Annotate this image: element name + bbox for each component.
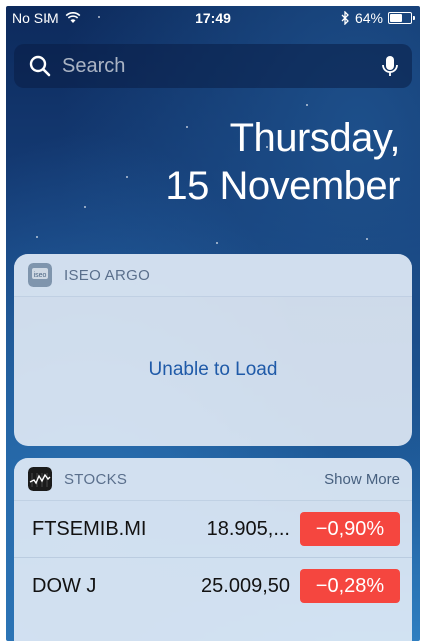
battery-icon — [388, 12, 415, 24]
stock-change-badge[interactable]: −0,28% — [300, 569, 400, 603]
iseo-argo-widget[interactable]: iseo ISEO ARGO Unable to Load — [14, 254, 412, 446]
day-month-label: 15 November — [165, 164, 400, 208]
widget-header[interactable]: STOCKS Show More — [14, 458, 412, 501]
today-view: No SIM 17:49 64% Search Thursday, 15 Nov… — [6, 6, 420, 641]
iseo-app-icon: iseo — [28, 263, 52, 287]
stocks-widget[interactable]: STOCKS Show More FTSEMIB.MI 18.905,... −… — [14, 458, 412, 641]
weekday-label: Thursday, — [229, 116, 401, 160]
stocks-app-icon — [28, 467, 52, 491]
widget-title: ISEO ARGO — [64, 266, 151, 284]
bluetooth-icon — [341, 11, 349, 25]
microphone-icon[interactable] — [378, 54, 402, 78]
search-placeholder: Search — [62, 54, 126, 77]
stock-row[interactable]: FTSEMIB.MI 18.905,... −0,90% — [14, 501, 412, 557]
show-more-button[interactable]: Show More — [324, 471, 400, 488]
search-icon — [29, 55, 51, 77]
svg-text:iseo: iseo — [34, 272, 47, 279]
search-field[interactable]: Search — [14, 44, 412, 88]
status-bar: No SIM 17:49 64% — [6, 6, 420, 30]
stock-symbol: DOW J — [32, 574, 97, 597]
unable-to-load-message[interactable]: Unable to Load — [14, 359, 412, 381]
stock-price: 18.905,... — [206, 517, 290, 540]
battery-percent: 64% — [354, 10, 383, 26]
stock-symbol: FTSEMIB.MI — [32, 517, 147, 540]
widget-header[interactable]: iseo ISEO ARGO — [14, 254, 412, 297]
date-display: Thursday, 15 November — [165, 114, 400, 210]
stock-change-badge[interactable]: −0,90% — [300, 512, 400, 546]
stock-price: 25.009,50 — [201, 574, 290, 597]
stock-row[interactable]: DOW J 25.009,50 −0,28% — [14, 557, 412, 614]
battery-level — [390, 14, 402, 22]
widget-title: STOCKS — [64, 470, 128, 488]
